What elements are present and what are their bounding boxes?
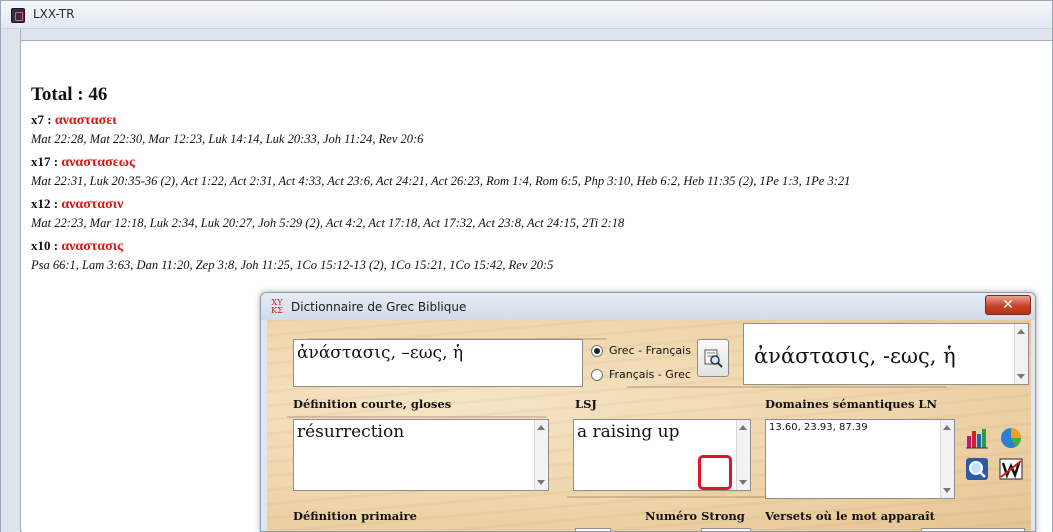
ln-domains-field[interactable]: 13.60, 23.93, 87.39 xyxy=(765,419,955,499)
short-definition-field[interactable]: résurrection xyxy=(293,419,549,491)
entry-count: x17 : xyxy=(31,154,59,169)
entry-form[interactable]: αναστασις xyxy=(61,239,123,254)
close-button[interactable]: ✕ xyxy=(985,295,1031,315)
entry-form[interactable]: αναστασεως xyxy=(61,155,135,170)
headword-scrollbar[interactable] xyxy=(1014,324,1028,384)
search-icon xyxy=(704,349,723,368)
entry-count: x10 : xyxy=(31,238,59,253)
magnifier-icon[interactable] xyxy=(965,457,989,481)
lsj-value: a raising up xyxy=(577,422,680,442)
highlight-box xyxy=(698,455,732,490)
dictionary-app-icon: XY KΣ xyxy=(271,298,283,315)
total-count: Total : 46 xyxy=(31,84,108,105)
short-definition-label: Définition courte, gloses xyxy=(293,397,452,411)
dictionary-window: XY KΣ Dictionnaire de Grec Biblique ✕ ἀν… xyxy=(260,292,1036,532)
frame-top xyxy=(21,29,1052,41)
strong-number-field-edge[interactable] xyxy=(701,528,751,531)
frame-left xyxy=(1,29,21,532)
app-icon xyxy=(11,8,25,23)
window-title: LXX-TR xyxy=(33,7,75,21)
radio-label: Grec - Français xyxy=(609,344,691,357)
entry-form[interactable]: αναστασιν xyxy=(61,197,123,212)
dictionary-titlebar: XY KΣ Dictionnaire de Grec Biblique ✕ xyxy=(261,293,1035,320)
ln-domains-scrollbar[interactable] xyxy=(940,420,954,498)
lookup-button[interactable] xyxy=(697,339,729,377)
entry-heading: x12 : αναστασιν xyxy=(31,196,123,213)
lsj-label: LSJ xyxy=(575,397,597,411)
ln-domains-label: Domaines sémantiques LN xyxy=(765,397,938,411)
entry-heading: x7 : αναστασει xyxy=(31,112,117,129)
entry-references[interactable]: Mat 22:28, Mat 22:30, Mar 12:23, Luk 14:… xyxy=(31,132,423,147)
dictionary-title: Dictionnaire de Grec Biblique xyxy=(291,300,467,314)
entry-count: x12 : xyxy=(31,196,59,211)
strong-number-label: Numéro Strong xyxy=(645,509,745,523)
entry-count: x7 : xyxy=(31,112,52,127)
verses-field-edge[interactable] xyxy=(921,528,1025,531)
entry-heading: x10 : αναστασις xyxy=(31,238,123,255)
primary-definition-field-edge[interactable] xyxy=(575,528,611,531)
verses-label: Versets où le mot apparaît xyxy=(765,509,935,523)
primary-definition-label: Définition primaire xyxy=(293,509,417,523)
radio-button[interactable] xyxy=(591,345,603,357)
entry-form[interactable]: αναστασει xyxy=(55,113,117,128)
radio-button[interactable] xyxy=(591,369,603,381)
search-input[interactable]: ἀνάστασις, –εως, ἡ xyxy=(293,339,583,387)
main-titlebar: LXX-TR xyxy=(1,1,1052,29)
headword-display: ἀνάστασις, -εως, ἡ xyxy=(743,323,1029,385)
parchment-decoration xyxy=(287,416,547,418)
headword-text: ἀνάστασις, -εως, ἡ xyxy=(754,344,956,368)
entry-references[interactable]: Mat 22:31, Luk 20:35-36 (2), Act 1:22, A… xyxy=(31,174,850,189)
ln-domains-value: 13.60, 23.93, 87.39 xyxy=(769,422,868,433)
lsj-scrollbar[interactable] xyxy=(736,420,750,490)
bar-chart-icon[interactable] xyxy=(965,426,989,450)
search-input-value: ἀνάστασις, –εως, ἡ xyxy=(297,343,464,363)
word-icon[interactable] xyxy=(999,457,1023,481)
entry-heading: x17 : αναστασεως xyxy=(31,154,135,171)
entry-references[interactable]: Mat 22:23, Mar 12:18, Luk 2:34, Luk 20:2… xyxy=(31,216,624,231)
radio-label: Français - Grec xyxy=(609,368,691,381)
parchment-decoration xyxy=(627,386,947,388)
short-definition-value: résurrection xyxy=(297,422,405,442)
entry-references[interactable]: Psa 66:1, Lam 3:63, Dan 11:20, Zep 3:8, … xyxy=(31,258,553,273)
pie-chart-icon[interactable] xyxy=(999,426,1023,450)
short-definition-scrollbar[interactable] xyxy=(534,420,548,490)
